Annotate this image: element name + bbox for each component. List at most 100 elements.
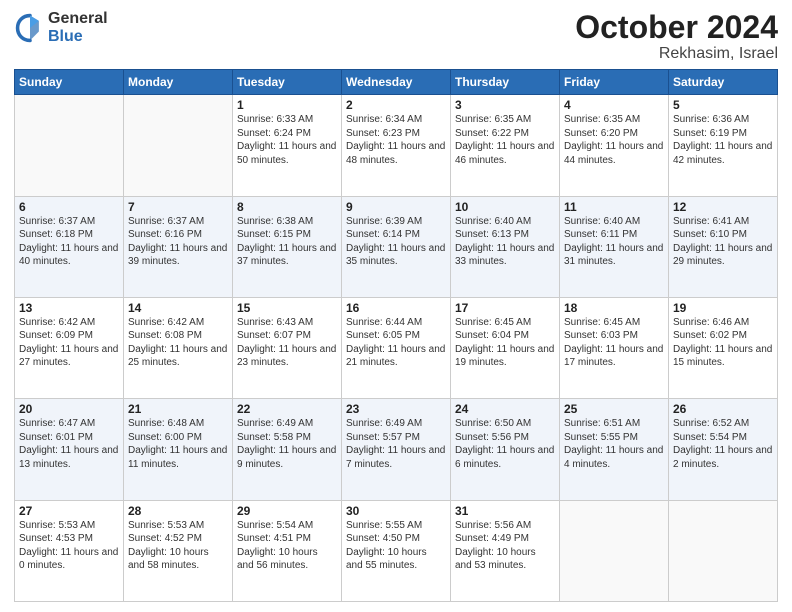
weekday-header-thursday: Thursday [451,70,560,95]
day-number: 31 [455,504,555,518]
calendar-cell: 6Sunrise: 6:37 AM Sunset: 6:18 PM Daylig… [15,196,124,297]
calendar-cell: 29Sunrise: 5:54 AM Sunset: 4:51 PM Dayli… [233,500,342,601]
calendar-week-row: 6Sunrise: 6:37 AM Sunset: 6:18 PM Daylig… [15,196,778,297]
title-section: October 2024 Rekhasim, Israel [575,10,778,63]
logo: General Blue [14,10,108,45]
day-info: Sunrise: 6:41 AM Sunset: 6:10 PM Dayligh… [673,215,773,269]
day-number: 19 [673,301,773,315]
day-info: Sunrise: 6:45 AM Sunset: 6:04 PM Dayligh… [455,316,555,370]
calendar-cell: 19Sunrise: 6:46 AM Sunset: 6:02 PM Dayli… [669,297,778,398]
calendar-cell: 7Sunrise: 6:37 AM Sunset: 6:16 PM Daylig… [124,196,233,297]
calendar-cell: 10Sunrise: 6:40 AM Sunset: 6:13 PM Dayli… [451,196,560,297]
calendar-cell: 20Sunrise: 6:47 AM Sunset: 6:01 PM Dayli… [15,399,124,500]
day-info: Sunrise: 6:50 AM Sunset: 5:56 PM Dayligh… [455,417,555,471]
day-info: Sunrise: 5:54 AM Sunset: 4:51 PM Dayligh… [237,519,337,573]
location-title: Rekhasim, Israel [575,45,778,63]
header: General Blue October 2024 Rekhasim, Isra… [14,10,778,63]
calendar-cell: 22Sunrise: 6:49 AM Sunset: 5:58 PM Dayli… [233,399,342,500]
calendar-cell: 3Sunrise: 6:35 AM Sunset: 6:22 PM Daylig… [451,95,560,196]
calendar-week-row: 13Sunrise: 6:42 AM Sunset: 6:09 PM Dayli… [15,297,778,398]
day-number: 26 [673,402,773,416]
logo-icon [14,12,46,44]
weekday-header-tuesday: Tuesday [233,70,342,95]
calendar-cell [124,95,233,196]
day-number: 29 [237,504,337,518]
day-number: 2 [346,98,446,112]
calendar-cell: 27Sunrise: 5:53 AM Sunset: 4:53 PM Dayli… [15,500,124,601]
day-info: Sunrise: 6:45 AM Sunset: 6:03 PM Dayligh… [564,316,664,370]
day-number: 17 [455,301,555,315]
calendar-cell: 13Sunrise: 6:42 AM Sunset: 6:09 PM Dayli… [15,297,124,398]
day-info: Sunrise: 6:48 AM Sunset: 6:00 PM Dayligh… [128,417,228,471]
day-number: 7 [128,200,228,214]
day-info: Sunrise: 5:55 AM Sunset: 4:50 PM Dayligh… [346,519,446,573]
day-info: Sunrise: 6:35 AM Sunset: 6:22 PM Dayligh… [455,113,555,167]
calendar-cell: 28Sunrise: 5:53 AM Sunset: 4:52 PM Dayli… [124,500,233,601]
day-info: Sunrise: 6:34 AM Sunset: 6:23 PM Dayligh… [346,113,446,167]
logo-blue-text: Blue [48,28,108,46]
weekday-header-friday: Friday [560,70,669,95]
calendar-week-row: 27Sunrise: 5:53 AM Sunset: 4:53 PM Dayli… [15,500,778,601]
day-number: 14 [128,301,228,315]
day-number: 27 [19,504,119,518]
day-info: Sunrise: 6:36 AM Sunset: 6:19 PM Dayligh… [673,113,773,167]
month-title: October 2024 [575,10,778,45]
day-info: Sunrise: 6:47 AM Sunset: 6:01 PM Dayligh… [19,417,119,471]
calendar-cell: 15Sunrise: 6:43 AM Sunset: 6:07 PM Dayli… [233,297,342,398]
day-number: 5 [673,98,773,112]
day-number: 23 [346,402,446,416]
day-number: 3 [455,98,555,112]
calendar-cell [669,500,778,601]
day-info: Sunrise: 6:39 AM Sunset: 6:14 PM Dayligh… [346,215,446,269]
day-number: 30 [346,504,446,518]
calendar-cell: 31Sunrise: 5:56 AM Sunset: 4:49 PM Dayli… [451,500,560,601]
calendar-cell: 11Sunrise: 6:40 AM Sunset: 6:11 PM Dayli… [560,196,669,297]
day-number: 1 [237,98,337,112]
day-info: Sunrise: 5:53 AM Sunset: 4:52 PM Dayligh… [128,519,228,573]
weekday-header-wednesday: Wednesday [342,70,451,95]
calendar-cell: 30Sunrise: 5:55 AM Sunset: 4:50 PM Dayli… [342,500,451,601]
day-info: Sunrise: 6:33 AM Sunset: 6:24 PM Dayligh… [237,113,337,167]
page-container: General Blue October 2024 Rekhasim, Isra… [0,0,792,612]
day-info: Sunrise: 6:40 AM Sunset: 6:13 PM Dayligh… [455,215,555,269]
day-number: 15 [237,301,337,315]
day-info: Sunrise: 6:42 AM Sunset: 6:08 PM Dayligh… [128,316,228,370]
day-info: Sunrise: 6:49 AM Sunset: 5:58 PM Dayligh… [237,417,337,471]
weekday-header-row: SundayMondayTuesdayWednesdayThursdayFrid… [15,70,778,95]
day-info: Sunrise: 6:40 AM Sunset: 6:11 PM Dayligh… [564,215,664,269]
calendar-cell: 1Sunrise: 6:33 AM Sunset: 6:24 PM Daylig… [233,95,342,196]
day-info: Sunrise: 6:44 AM Sunset: 6:05 PM Dayligh… [346,316,446,370]
calendar-cell: 21Sunrise: 6:48 AM Sunset: 6:00 PM Dayli… [124,399,233,500]
calendar-table: SundayMondayTuesdayWednesdayThursdayFrid… [14,69,778,602]
day-number: 20 [19,402,119,416]
day-number: 11 [564,200,664,214]
day-info: Sunrise: 6:46 AM Sunset: 6:02 PM Dayligh… [673,316,773,370]
calendar-cell [560,500,669,601]
calendar-cell: 17Sunrise: 6:45 AM Sunset: 6:04 PM Dayli… [451,297,560,398]
day-number: 16 [346,301,446,315]
day-info: Sunrise: 6:42 AM Sunset: 6:09 PM Dayligh… [19,316,119,370]
calendar-cell: 26Sunrise: 6:52 AM Sunset: 5:54 PM Dayli… [669,399,778,500]
calendar-week-row: 20Sunrise: 6:47 AM Sunset: 6:01 PM Dayli… [15,399,778,500]
calendar-cell: 25Sunrise: 6:51 AM Sunset: 5:55 PM Dayli… [560,399,669,500]
calendar-cell: 4Sunrise: 6:35 AM Sunset: 6:20 PM Daylig… [560,95,669,196]
calendar-week-row: 1Sunrise: 6:33 AM Sunset: 6:24 PM Daylig… [15,95,778,196]
day-info: Sunrise: 6:37 AM Sunset: 6:18 PM Dayligh… [19,215,119,269]
calendar-cell: 9Sunrise: 6:39 AM Sunset: 6:14 PM Daylig… [342,196,451,297]
day-number: 21 [128,402,228,416]
calendar-cell: 24Sunrise: 6:50 AM Sunset: 5:56 PM Dayli… [451,399,560,500]
day-number: 22 [237,402,337,416]
calendar-cell: 23Sunrise: 6:49 AM Sunset: 5:57 PM Dayli… [342,399,451,500]
day-info: Sunrise: 6:37 AM Sunset: 6:16 PM Dayligh… [128,215,228,269]
calendar-cell: 18Sunrise: 6:45 AM Sunset: 6:03 PM Dayli… [560,297,669,398]
day-number: 28 [128,504,228,518]
day-number: 18 [564,301,664,315]
day-number: 12 [673,200,773,214]
day-number: 9 [346,200,446,214]
day-info: Sunrise: 5:53 AM Sunset: 4:53 PM Dayligh… [19,519,119,573]
logo-text: General Blue [48,10,108,45]
day-info: Sunrise: 6:38 AM Sunset: 6:15 PM Dayligh… [237,215,337,269]
day-number: 24 [455,402,555,416]
weekday-header-monday: Monday [124,70,233,95]
day-info: Sunrise: 6:49 AM Sunset: 5:57 PM Dayligh… [346,417,446,471]
